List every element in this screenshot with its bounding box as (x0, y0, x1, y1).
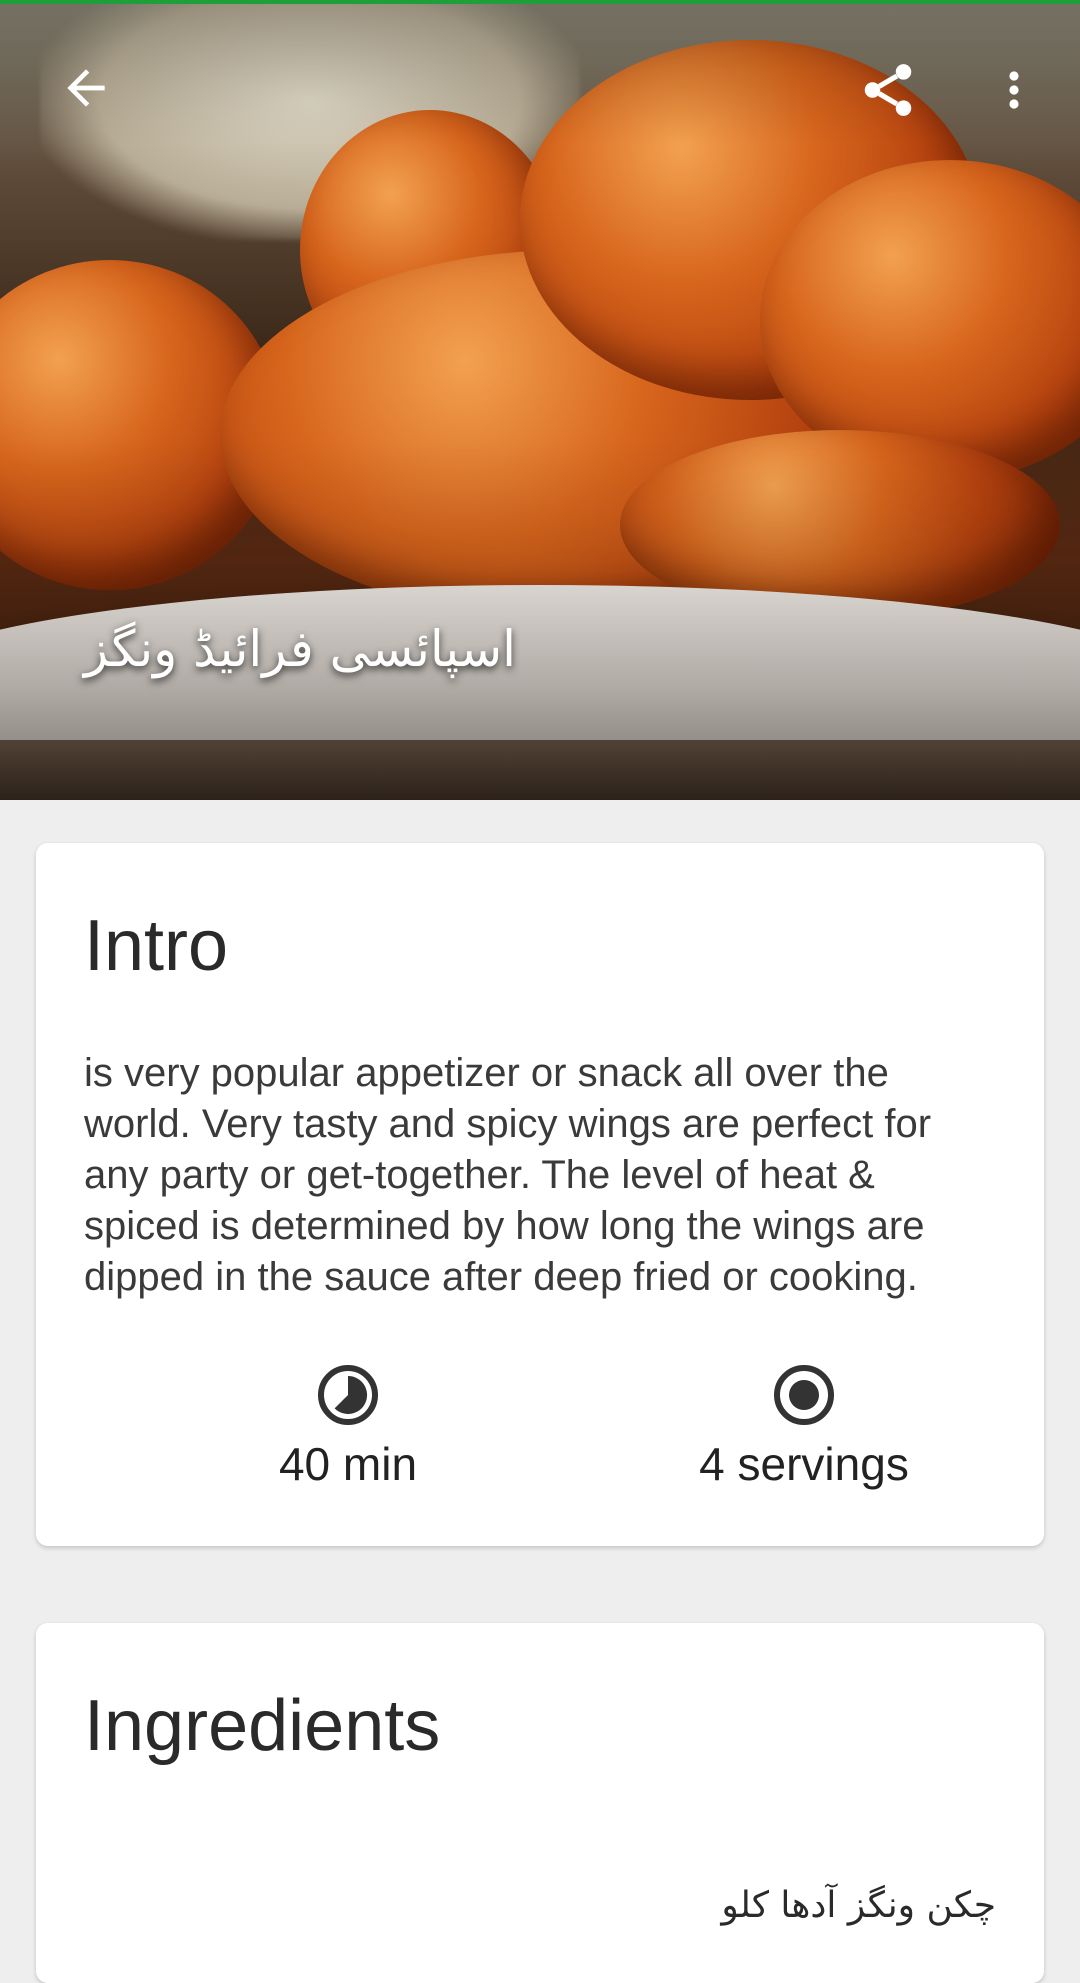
share-icon (864, 64, 912, 116)
cook-time: 40 min (168, 1363, 528, 1491)
more-vert-icon (1009, 71, 1019, 109)
share-button[interactable] (840, 42, 936, 138)
recipe-hero-image: اسپائسی فرائیڈ ونگز (0, 0, 1080, 800)
servings: 4 servings (624, 1363, 984, 1491)
status-line (0, 0, 1080, 4)
recipe-title: اسپائسی فرائیڈ ونگز (84, 620, 516, 678)
timer-icon (318, 1365, 378, 1425)
intro-heading: Intro (84, 906, 229, 986)
intro-description: is very popular appetizer or snack all o… (84, 1051, 932, 1299)
ingredients-card: Ingredients چکن ونگز آدھا کلو (36, 1623, 1044, 1983)
intro-card: Intro is very popular appetizer or snack… (36, 843, 1044, 1546)
arrow-back-icon (67, 69, 105, 107)
more-options-button[interactable] (966, 42, 1062, 138)
servings-icon (774, 1365, 834, 1425)
back-button[interactable] (38, 40, 134, 136)
servings-label: 4 servings (699, 1438, 909, 1490)
cook-time-label: 40 min (278, 1438, 418, 1490)
ingredients-heading: Ingredients (84, 1686, 441, 1766)
